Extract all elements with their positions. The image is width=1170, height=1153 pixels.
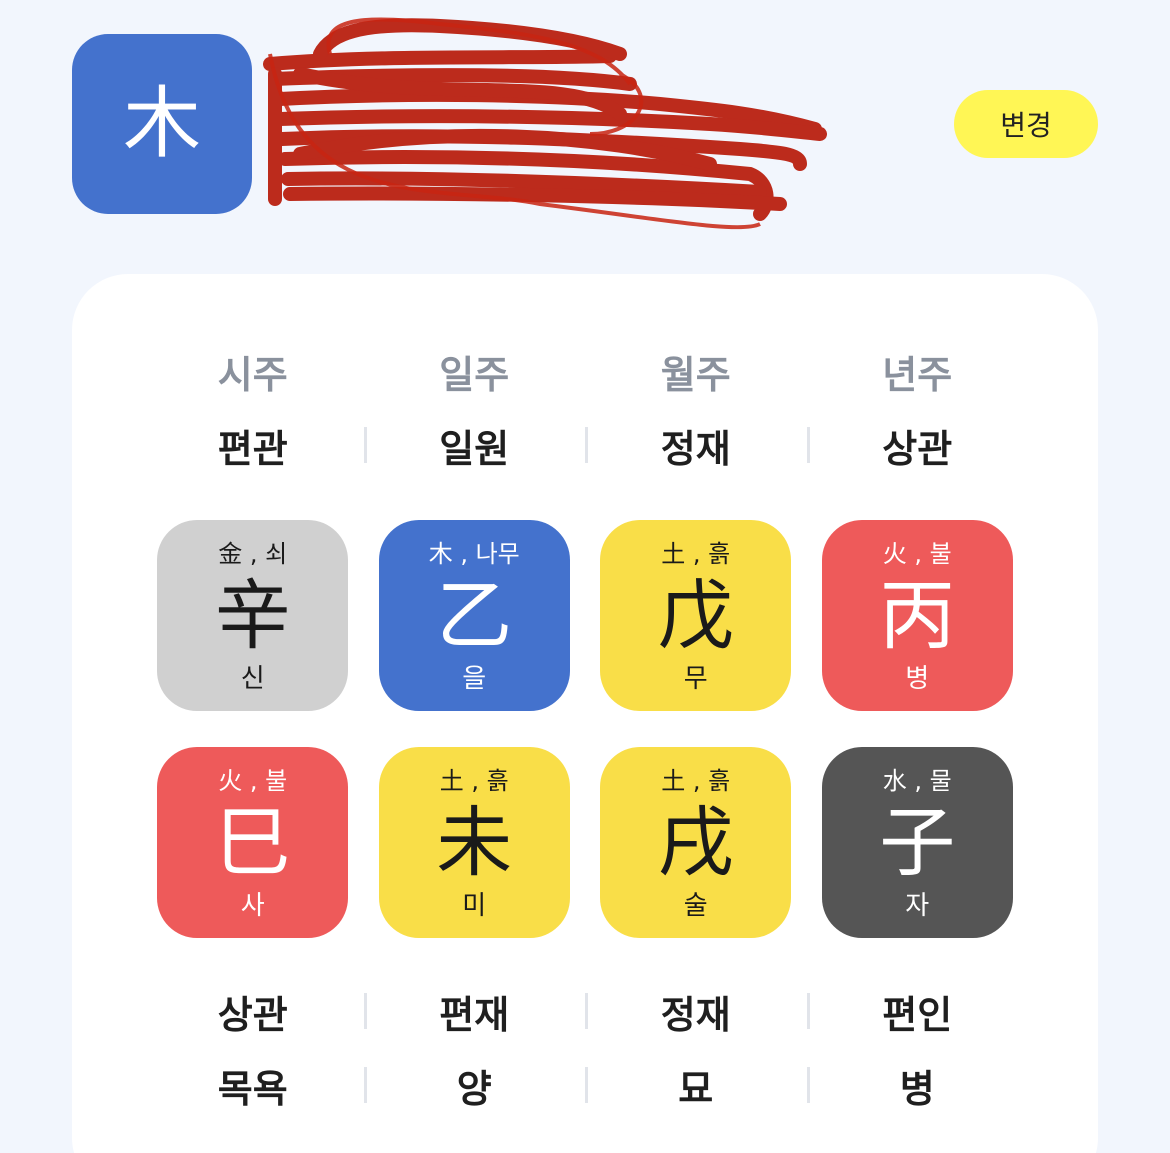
earth-ten-god: 편인: [806, 984, 1029, 1038]
tile-reading: 자: [905, 891, 930, 921]
branch-tile-hour[interactable]: 火 , 불 巳 사: [157, 747, 349, 938]
heaven-ten-god: 편관: [217, 426, 288, 471]
earth-ten-god: 상관: [217, 992, 288, 1037]
stem-tile-month[interactable]: 土 , 흙 戊 무: [600, 520, 792, 711]
tile-reading: 신: [240, 664, 265, 694]
tile-glyph: 乙: [436, 571, 513, 660]
tile-reading: 을: [462, 664, 487, 694]
redacted-name-scribble: [263, 17, 827, 230]
tile-element: 火 , 불: [882, 540, 952, 568]
branch-tile-month[interactable]: 土 , 흙 戌 술: [600, 747, 792, 938]
tile-element: 土 , 흙: [661, 767, 731, 795]
pillar-year-label: 년주: [882, 352, 953, 397]
tile-element: 土 , 흙: [439, 767, 509, 795]
tile-element: 水 , 물: [882, 767, 952, 795]
twelve-stage: 양: [363, 1058, 586, 1112]
branch-tile-day[interactable]: 土 , 흙 未 미: [378, 747, 570, 938]
day-master-avatar: 木: [72, 34, 252, 214]
twelve-stage: 목욕: [217, 1066, 288, 1111]
tile-glyph: 未: [436, 798, 513, 887]
earth-ten-god: 편재: [363, 984, 586, 1038]
stem-tile-hour[interactable]: 金 , 쇠 辛 신: [157, 520, 349, 711]
tile-reading: 사: [240, 891, 265, 921]
tile-glyph: 巳: [214, 798, 291, 887]
tile-reading: 병: [905, 664, 930, 694]
tile-element: 木 , 나무: [428, 540, 520, 568]
heaven-stems-row: 金 , 쇠 辛 신 木 , 나무 乙 을 土 , 흙 戊 무 火 , 불 丙 병: [142, 520, 1028, 711]
avatar-glyph: 木: [122, 79, 201, 169]
tile-element: 火 , 불: [218, 767, 288, 795]
twelve-stage: 묘: [585, 1058, 807, 1112]
heaven-ten-god: 상관: [806, 418, 1029, 472]
change-button[interactable]: 변경: [954, 90, 1098, 158]
heaven-ten-god: 정재: [585, 418, 807, 472]
tile-glyph: 戊: [657, 571, 734, 660]
earth-ten-god: 정재: [585, 984, 807, 1038]
tile-element: 土 , 흙: [661, 540, 731, 568]
tile-reading: 미: [462, 891, 487, 921]
twelve-stages-row: 목욕 양 묘 병: [142, 1058, 1028, 1112]
stem-tile-year[interactable]: 火 , 불 丙 병: [821, 520, 1013, 711]
stem-tile-day[interactable]: 木 , 나무 乙 을: [378, 520, 570, 711]
earth-ten-gods-row: 상관 편재 정재 편인: [142, 984, 1028, 1038]
heaven-ten-god: 일원: [363, 418, 586, 472]
twelve-stage: 병: [806, 1058, 1029, 1112]
branch-tile-year[interactable]: 水 , 물 子 자: [821, 747, 1013, 938]
pillar-day-label: 일주: [439, 352, 510, 397]
tile-glyph: 戌: [657, 798, 734, 887]
heaven-ten-gods-row: 편관 일원 정재 상관: [142, 418, 1028, 472]
tile-glyph: 子: [879, 798, 956, 887]
tile-reading: 술: [683, 891, 708, 921]
pillar-month-label: 월주: [660, 352, 731, 397]
tile-glyph: 丙: [879, 571, 956, 660]
pillar-header-row: 시주 일주 월주 년주: [142, 346, 1028, 397]
tile-element: 金 , 쇠: [218, 540, 288, 568]
tile-reading: 무: [683, 664, 708, 694]
earth-branches-row: 火 , 불 巳 사 土 , 흙 未 미 土 , 흙 戌 술 水 , 물 子 자: [142, 747, 1028, 938]
pillar-hour-label: 시주: [217, 352, 288, 397]
tile-glyph: 辛: [214, 571, 291, 660]
saju-screen: 木 변경 시주 일주 월주 년주 편관 일원 정재 상관 金 , 쇠 辛 신 木…: [0, 0, 1170, 1153]
